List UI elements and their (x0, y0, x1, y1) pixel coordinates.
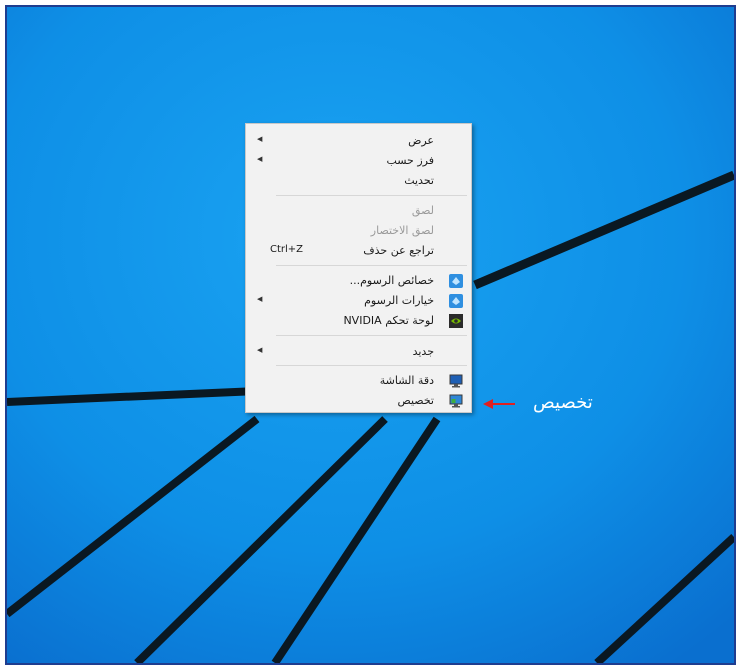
menu-separator (276, 335, 467, 336)
personalize-icon (449, 394, 463, 408)
menu-item-graphics-options[interactable]: خيارات الرسوم ◀ (248, 291, 469, 311)
menu-item-paste-shortcut[interactable]: لصق الاختصار (248, 221, 469, 241)
menu-item-label: فرز حسب (386, 154, 434, 167)
submenu-arrow-icon: ◀ (257, 155, 263, 163)
menu-item-label: لصق (411, 204, 434, 217)
menu-item-view[interactable]: عرض ◀ (248, 131, 469, 151)
display-icon (449, 374, 463, 388)
menu-separator (276, 265, 467, 266)
callout-arrow-icon (483, 399, 515, 409)
menu-item-label: خيارات الرسوم (364, 294, 434, 307)
menu-item-label: لصق الاختصار (370, 224, 434, 237)
menu-item-label: لوحة تحكم NVIDIA (343, 314, 434, 327)
submenu-arrow-icon: ◀ (257, 346, 263, 354)
menu-item-screen-resolution[interactable]: دقة الشاشة (248, 371, 469, 391)
menu-item-nvidia-control-panel[interactable]: لوحة تحكم NVIDIA (248, 311, 469, 331)
menu-item-label: تخصيص (397, 394, 435, 407)
callout-label: تخصيص (533, 392, 593, 413)
intel-graphics-icon (449, 294, 463, 308)
menu-item-refresh[interactable]: تحديث (248, 171, 469, 191)
menu-separator (276, 195, 467, 196)
desktop-context-menu: عرض ◀ فرز حسب ◀ تحديث لصق لصق الاختصار ت… (245, 123, 472, 413)
menu-item-label: خصائص الرسوم... (349, 274, 434, 287)
menu-item-shortcut: Ctrl+Z (270, 244, 304, 255)
menu-item-personalize[interactable]: تخصيص (248, 391, 469, 411)
menu-item-paste[interactable]: لصق (248, 201, 469, 221)
menu-item-undo-delete[interactable]: تراجع عن حذف Ctrl+Z (248, 241, 469, 261)
menu-item-label: جديد (412, 345, 434, 358)
menu-item-sort-by[interactable]: فرز حسب ◀ (248, 151, 469, 171)
menu-item-new[interactable]: جديد ◀ (248, 342, 469, 362)
intel-graphics-icon (449, 274, 463, 288)
menu-item-label: تراجع عن حذف (363, 244, 434, 257)
nvidia-icon (449, 314, 463, 328)
menu-separator (276, 365, 467, 366)
menu-item-label: دقة الشاشة (379, 374, 434, 387)
menu-item-label: عرض (408, 134, 434, 147)
menu-item-label: تحديث (404, 174, 434, 187)
submenu-arrow-icon: ◀ (257, 295, 263, 303)
submenu-arrow-icon: ◀ (257, 135, 263, 143)
menu-item-graphics-properties[interactable]: خصائص الرسوم... (248, 271, 469, 291)
